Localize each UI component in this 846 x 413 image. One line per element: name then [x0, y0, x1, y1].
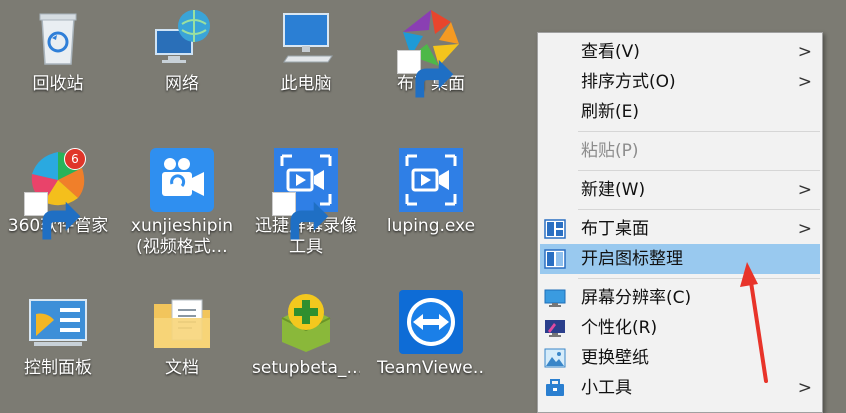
menu-item-screen-resolution[interactable]: 屏幕分辨率(C)	[538, 283, 822, 313]
menu-separator	[578, 170, 820, 171]
desktop-icon-setup-beta[interactable]: setupbeta_…	[252, 290, 360, 379]
desktop-icon-label-line2: (视频格式…	[136, 237, 228, 257]
desktop-icon-screen-recorder[interactable]: 迅捷屏幕录像 工具	[252, 148, 360, 258]
menu-item-budding-desktop[interactable]: 布丁桌面 >	[538, 214, 822, 244]
screen-recorder-icon	[272, 148, 338, 240]
menu-item-label: 开启图标整理	[581, 249, 683, 269]
desktop-icon-label: luping.exe	[386, 216, 476, 236]
shortcut-arrow-icon	[397, 50, 454, 98]
toolbox-icon	[546, 379, 564, 396]
network-icon	[150, 6, 214, 70]
menu-item-label: 布丁桌面	[581, 219, 649, 239]
desktop-icon-video-converter[interactable]: xunjieshipin (视频格式…	[128, 148, 236, 258]
shortcut-arrow-icon	[24, 192, 81, 240]
notification-badge: 6	[64, 148, 86, 170]
desktop-icon-360-software-manager[interactable]: 6 360软件管家	[4, 148, 112, 240]
chevron-right-icon: >	[797, 219, 812, 239]
menu-item-change-wallpaper[interactable]: 更换壁纸	[538, 343, 822, 373]
menu-item-new[interactable]: 新建(W) >	[538, 175, 822, 205]
menu-item-paste: 粘贴(P)	[538, 136, 822, 166]
menu-item-label: 更换壁纸	[581, 348, 649, 368]
chevron-right-icon: >	[797, 378, 812, 398]
personalize-icon	[545, 320, 565, 337]
wallpaper-icon	[544, 348, 566, 368]
desktop-icon-network[interactable]: 网络	[128, 6, 236, 95]
menu-item-label: 新建(W)	[581, 180, 646, 200]
icon-organize-icon	[544, 249, 566, 269]
desktop-icon-label: 文档	[165, 358, 199, 378]
menu-item-gadgets[interactable]: 小工具 >	[538, 373, 822, 403]
chevron-right-icon: >	[797, 72, 812, 92]
360-software-manager-icon: 6	[24, 148, 90, 240]
menu-item-view[interactable]: 查看(V) >	[538, 37, 822, 67]
setup-beta-icon	[274, 290, 338, 354]
menu-separator	[578, 209, 820, 210]
budding-layout-icon	[544, 219, 566, 239]
menu-item-label: 排序方式(O)	[581, 72, 676, 92]
desktop-icon-recycle-bin[interactable]: 回收站	[4, 6, 112, 95]
shortcut-arrow-icon	[272, 192, 329, 240]
desktop-icon-this-pc[interactable]: 此电脑	[252, 6, 360, 95]
control-panel-icon	[26, 290, 90, 354]
this-pc-icon	[274, 6, 338, 70]
desktop-icon-label: 控制面板	[24, 358, 92, 378]
desktop-icon-label: TeamViewe…	[377, 358, 485, 378]
video-converter-icon	[150, 148, 214, 212]
menu-separator	[578, 278, 820, 279]
recycle-bin-icon	[26, 6, 90, 70]
desktop-icon-teamviewer[interactable]: TeamViewe…	[377, 290, 485, 379]
chevron-right-icon: >	[797, 42, 812, 62]
menu-item-label: 粘贴(P)	[581, 141, 639, 161]
menu-item-refresh[interactable]: 刷新(E)	[538, 97, 822, 127]
menu-item-label: 查看(V)	[581, 42, 640, 62]
chevron-right-icon: >	[797, 180, 812, 200]
menu-item-open-icon-organize[interactable]: 开启图标整理	[540, 244, 820, 274]
desktop-icon-label: 此电脑	[280, 74, 332, 94]
desktop-icon-control-panel[interactable]: 控制面板	[4, 290, 112, 379]
desktop-icon-budding-desktop[interactable]: 布丁桌面	[377, 6, 485, 98]
desktop-icon-label: 回收站	[32, 74, 84, 94]
luping-exe-icon	[399, 148, 463, 212]
menu-item-personalize[interactable]: 个性化(R)	[538, 313, 822, 343]
desktop-icon-label: setupbeta_…	[252, 358, 360, 378]
menu-item-label: 刷新(E)	[581, 102, 640, 122]
desktop-icon-luping-exe[interactable]: luping.exe	[377, 148, 485, 237]
menu-item-label: 个性化(R)	[581, 318, 658, 338]
menu-separator	[578, 131, 820, 132]
desktop-context-menu: 查看(V) > 排序方式(O) > 刷新(E) 粘贴(P) 新建(W) > 布丁…	[537, 32, 823, 413]
menu-item-label: 屏幕分辨率(C)	[581, 288, 692, 308]
monitor-icon	[544, 289, 566, 307]
desktop-icon-label: 网络	[165, 74, 199, 94]
menu-item-label: 小工具	[581, 378, 632, 398]
budding-desktop-icon	[397, 6, 463, 98]
desktop-icon-documents[interactable]: 文档	[128, 290, 236, 379]
menu-item-sort[interactable]: 排序方式(O) >	[538, 67, 822, 97]
documents-folder-icon	[150, 290, 214, 354]
teamviewer-icon	[399, 290, 463, 354]
desktop-icon-label: xunjieshipin	[130, 216, 234, 236]
